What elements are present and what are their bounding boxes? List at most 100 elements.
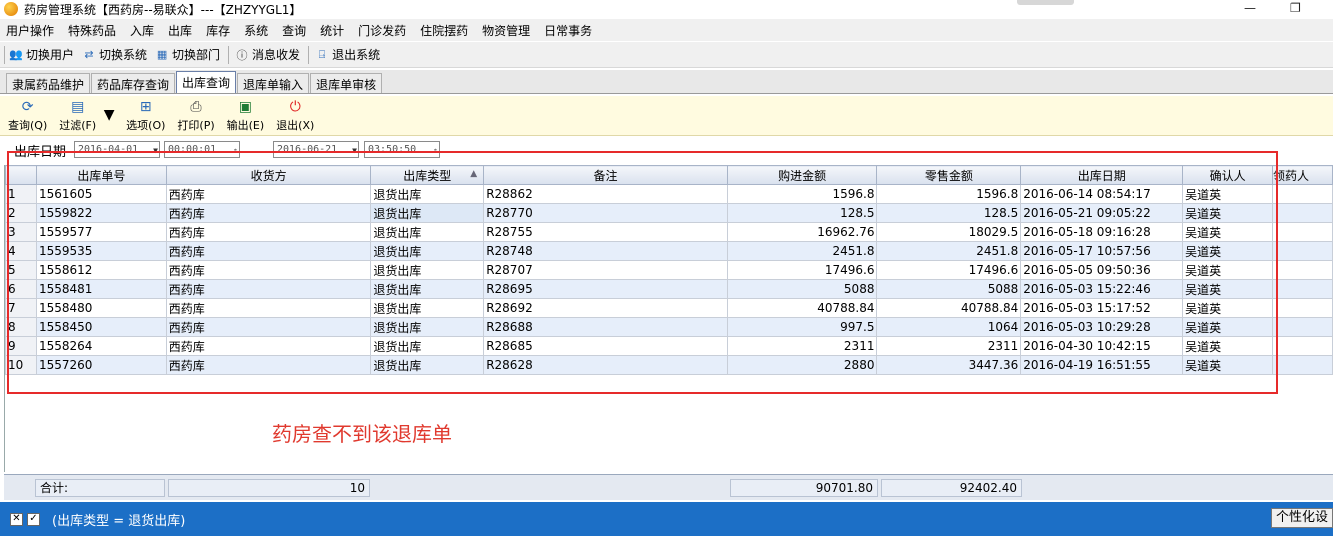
table-cell[interactable]: [1272, 279, 1333, 299]
table-cell[interactable]: [1272, 203, 1333, 223]
table-cell[interactable]: 1558264: [35, 336, 167, 356]
column-header-sorted[interactable]: 出库类型 ▲: [370, 165, 485, 185]
table-cell[interactable]: [1272, 298, 1333, 318]
menu-outpatient-dispense[interactable]: 门诊发药: [358, 22, 406, 39]
table-cell[interactable]: R28685: [483, 336, 728, 356]
table-cell[interactable]: 退货出库: [370, 203, 485, 223]
table-row[interactable]: 10 1557260 西药库 退货出库 R28628 2880 3447.36 2016-04…: [5, 355, 1333, 375]
switch-system-button[interactable]: ⇄ 切换系统: [82, 46, 147, 63]
table-row[interactable]: 4 1559535 西药库 退货出库 R28748 2451.8 2451.8 2016-05…: [5, 241, 1333, 261]
to-time-picker[interactable]: 03:50:50 ⇕: [364, 141, 440, 158]
table-cell[interactable]: 2311: [726, 336, 878, 356]
table-cell[interactable]: 退货出库: [370, 222, 485, 242]
table-cell[interactable]: 2311: [876, 336, 1022, 356]
table-cell[interactable]: 3447.36: [876, 355, 1022, 375]
table-cell[interactable]: 1558480: [35, 298, 167, 318]
column-header[interactable]: 领药人: [1272, 165, 1333, 185]
table-cell[interactable]: 1559822: [35, 203, 167, 223]
table-cell[interactable]: [1272, 241, 1333, 261]
table-cell[interactable]: 2016-05-03 15:17:52: [1020, 298, 1184, 318]
table-row[interactable]: 5 1558612 西药库 退货出库 R28707 17496.6 17496.6 2016-…: [5, 260, 1333, 280]
row-index-cell[interactable]: 9: [5, 336, 37, 356]
table-cell[interactable]: 2880: [726, 355, 878, 375]
table-cell[interactable]: 1561605: [35, 184, 167, 204]
table-cell[interactable]: 吴道英: [1182, 298, 1274, 318]
row-index-cell[interactable]: 4: [5, 241, 37, 261]
table-row[interactable]: 7 1558480 西药库 退货出库 R28692 40788.84 40788.84 201…: [5, 298, 1333, 318]
table-cell[interactable]: 西药库: [165, 260, 372, 280]
table-cell[interactable]: 1064: [876, 317, 1022, 337]
table-cell[interactable]: R28695: [483, 279, 728, 299]
table-cell[interactable]: 吴道英: [1182, 184, 1274, 204]
table-cell[interactable]: 18029.5: [876, 222, 1022, 242]
table-cell[interactable]: 退货出库: [370, 336, 485, 356]
column-header[interactable]: 购进金额: [726, 165, 878, 185]
column-header[interactable]: 备注: [483, 165, 728, 185]
export-button[interactable]: ▣ 输出(E): [227, 98, 265, 133]
messages-button[interactable]: ⓘ 消息收发: [235, 46, 301, 63]
tab-outbound-query[interactable]: 出库查询: [176, 71, 237, 93]
switch-department-button[interactable]: ▦ 切换部门: [155, 46, 220, 63]
table-cell[interactable]: 17496.6: [726, 260, 878, 280]
from-date-picker[interactable]: 2016-04-01 ▼: [74, 141, 160, 158]
to-date-picker[interactable]: 2016-06-21 ▼: [273, 141, 359, 158]
table-cell[interactable]: R28770: [483, 203, 728, 223]
table-cell[interactable]: 西药库: [165, 203, 372, 223]
table-cell[interactable]: R28755: [483, 222, 728, 242]
table-cell[interactable]: 西药库: [165, 336, 372, 356]
table-cell[interactable]: 西药库: [165, 298, 372, 318]
table-cell[interactable]: 2016-05-03 15:22:46: [1020, 279, 1184, 299]
table-cell[interactable]: R28688: [483, 317, 728, 337]
table-cell[interactable]: [1272, 222, 1333, 242]
table-cell[interactable]: 1559535: [35, 241, 167, 261]
column-header[interactable]: 收货方: [165, 165, 372, 185]
customize-button[interactable]: 个性化设: [1270, 508, 1333, 528]
table-cell[interactable]: 西药库: [165, 241, 372, 261]
table-cell[interactable]: 2451.8: [876, 241, 1022, 261]
table-cell[interactable]: 1596.8: [726, 184, 878, 204]
tab-return-review[interactable]: 退库单审核: [310, 73, 383, 93]
outbound-grid[interactable]: 出库单号 收货方 出库类型 ▲ 备注 购进金额 零售金额 出库日期 确认人 领药…: [4, 165, 1333, 472]
table-cell[interactable]: 西药库: [165, 222, 372, 242]
table-cell[interactable]: 1558612: [35, 260, 167, 280]
exit-button[interactable]: ⏻ 退出(X): [276, 98, 314, 133]
table-cell[interactable]: 吴道英: [1182, 355, 1274, 375]
table-cell[interactable]: 2016-05-18 09:16:28: [1020, 222, 1184, 242]
table-cell[interactable]: 2016-05-03 10:29:28: [1020, 317, 1184, 337]
table-cell[interactable]: [1272, 184, 1333, 204]
table-cell[interactable]: 997.5: [726, 317, 878, 337]
table-cell[interactable]: 吴道英: [1182, 222, 1274, 242]
exit-system-button[interactable]: ⍈ 退出系统: [315, 46, 380, 63]
tab-subordinate-drugs[interactable]: 隶属药品维护: [6, 73, 91, 93]
table-cell[interactable]: 吴道英: [1182, 336, 1274, 356]
table-cell[interactable]: 吴道英: [1182, 317, 1274, 337]
table-cell[interactable]: 2016-05-17 10:57:56: [1020, 241, 1184, 261]
table-cell[interactable]: 2016-05-05 09:50:36: [1020, 260, 1184, 280]
options-button[interactable]: ⊞ 选项(O): [126, 98, 165, 133]
menu-stock-in[interactable]: 入库: [130, 22, 154, 39]
table-cell[interactable]: 退货出库: [370, 298, 485, 318]
table-cell[interactable]: 1596.8: [876, 184, 1022, 204]
table-cell[interactable]: 5088: [726, 279, 878, 299]
table-cell[interactable]: 吴道英: [1182, 260, 1274, 280]
table-cell[interactable]: [1272, 317, 1333, 337]
table-cell[interactable]: 40788.84: [726, 298, 878, 318]
row-index-cell[interactable]: 6: [5, 279, 37, 299]
row-index-cell[interactable]: 8: [5, 317, 37, 337]
filter-button[interactable]: ▤ 过滤(F): [59, 98, 96, 133]
table-cell[interactable]: 40788.84: [876, 298, 1022, 318]
column-header[interactable]: 确认人: [1182, 165, 1274, 185]
table-cell[interactable]: 退货出库: [370, 317, 485, 337]
table-cell[interactable]: 16962.76: [726, 222, 878, 242]
table-row[interactable]: 6 1558481 西药库 退货出库 R28695 5088 5088 2016-05-03 …: [5, 279, 1333, 299]
table-cell[interactable]: 2016-06-14 08:54:17: [1020, 184, 1184, 204]
menu-materials[interactable]: 物资管理: [482, 22, 530, 39]
table-cell[interactable]: 退货出库: [370, 241, 485, 261]
table-row[interactable]: 8 1558450 西药库 退货出库 R28688 997.5 1064 2016-05-03…: [5, 317, 1333, 337]
menu-query[interactable]: 查询: [282, 22, 306, 39]
query-button[interactable]: ⟳ 查询(Q): [8, 98, 47, 133]
column-header[interactable]: 零售金额: [876, 165, 1022, 185]
table-cell[interactable]: 退货出库: [370, 355, 485, 375]
table-cell[interactable]: 1558481: [35, 279, 167, 299]
menu-special-drugs[interactable]: 特殊药品: [68, 22, 116, 39]
